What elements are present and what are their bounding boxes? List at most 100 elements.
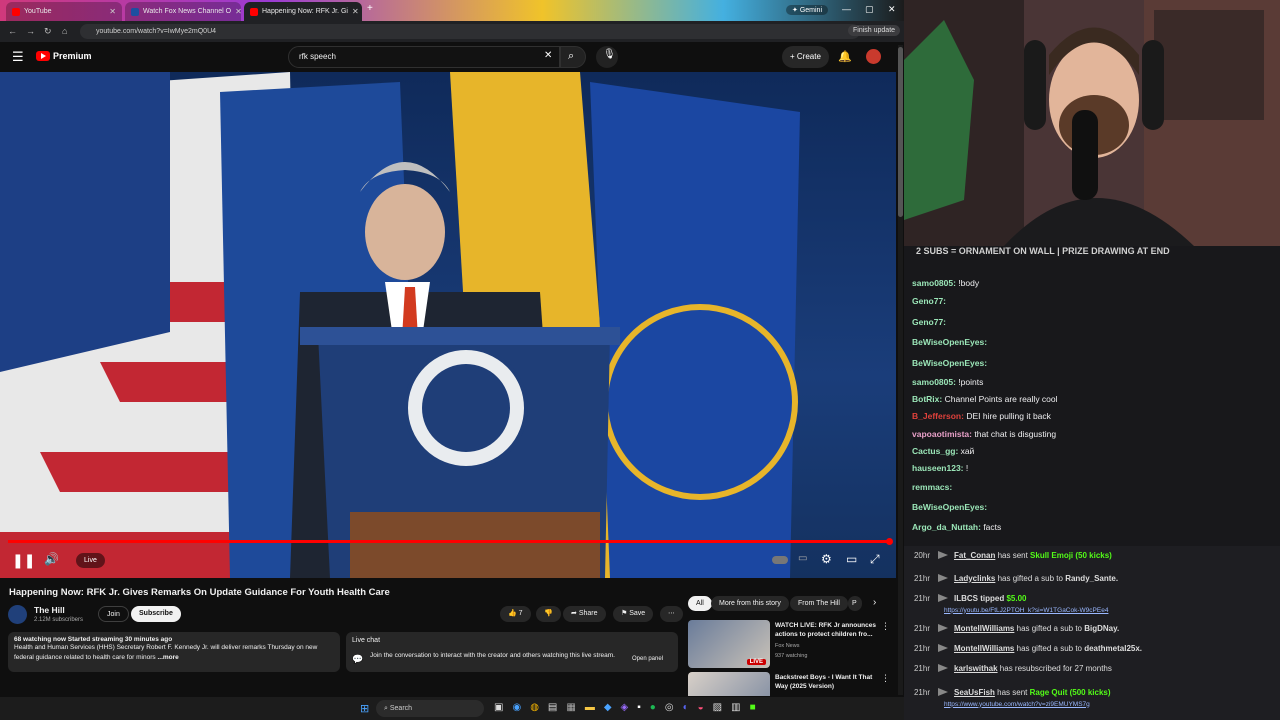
live-badge[interactable]: Live (76, 553, 105, 568)
app-icon[interactable]: ▦ (566, 702, 575, 713)
kick-event-icon (938, 551, 948, 559)
captions-icon[interactable]: ▭ (798, 553, 807, 564)
close-window-button[interactable]: ✕ (888, 4, 896, 15)
maximize-button[interactable]: ▢ (865, 4, 874, 15)
file-explorer-icon[interactable]: ▬ (585, 702, 595, 713)
open-panel-button[interactable]: Open panel (632, 656, 663, 662)
recommendation-thumbnail[interactable] (688, 672, 770, 696)
clear-search-icon[interactable]: ✕ (544, 50, 552, 61)
voice-search-button[interactable]: 🎙 (596, 46, 618, 68)
more-vertical-icon[interactable]: ⋮ (881, 673, 890, 684)
finish-update-button[interactable]: Finish update (848, 25, 901, 36)
app-icon[interactable]: ▪ (637, 702, 641, 713)
subscribe-button[interactable]: Subscribe (131, 606, 181, 622)
share-button[interactable]: ➦ Share (563, 606, 606, 622)
chat-username[interactable]: Cactus_gg: (912, 446, 958, 456)
channel-subscribers: 2.12M subscribers (34, 617, 84, 623)
discord-icon[interactable]: ◐ (683, 702, 689, 713)
event-link[interactable]: https://youtu.be/FtLJ2PTOH_k?si=W1TGaCok… (904, 600, 1280, 620)
recommendation-thumbnail[interactable]: LIVE (688, 620, 770, 668)
chrome-icon[interactable]: ◍ (530, 702, 539, 713)
app-icon[interactable]: ◆ (604, 702, 612, 713)
chip-partial[interactable]: P (848, 596, 862, 611)
app-icon[interactable]: ▨ (713, 702, 722, 713)
scrubber-handle[interactable] (886, 538, 893, 545)
app-icon[interactable]: ▤ (548, 702, 557, 713)
page-scrollbar[interactable] (898, 45, 903, 695)
chat-username[interactable]: BeWiseOpenEyes: (912, 502, 987, 512)
kick-icon[interactable]: ■ (750, 702, 756, 713)
settings-gear-icon[interactable]: ⚙ (821, 552, 832, 566)
tab-youtube[interactable]: YouTube ✕ (6, 2, 122, 21)
reload-icon[interactable]: ↻ (44, 26, 52, 37)
windows-start-icon[interactable]: ⊞ (360, 702, 369, 715)
chip-all[interactable]: All (688, 596, 712, 611)
minimize-button[interactable]: — (842, 4, 851, 14)
stream-banner: 2 SUBS = ORNAMENT ON WALL | PRIZE DRAWIN… (916, 246, 1170, 256)
create-button[interactable]: + Create (782, 46, 829, 68)
chip-from-the-hill[interactable]: From The Hill (790, 596, 848, 611)
event-row: 21hr MontellWilliams has gifted a sub to … (904, 638, 1280, 658)
app-icon[interactable]: ▥ (731, 702, 740, 713)
more-vertical-icon[interactable]: ⋮ (881, 621, 890, 632)
taskbar-search[interactable]: ⌕ Search (376, 700, 484, 717)
fullscreen-icon[interactable]: ⤢ (870, 552, 880, 567)
chip-more-from-story[interactable]: More from this story (711, 596, 789, 611)
scrollbar-thumb[interactable] (898, 47, 903, 217)
menu-icon[interactable]: ☰ (12, 49, 24, 65)
chat-username[interactable]: Geno77: (912, 317, 946, 327)
join-button[interactable]: Join (98, 606, 129, 622)
save-button[interactable]: ⚑ Save (613, 606, 654, 622)
channel-name[interactable]: The Hill (34, 605, 65, 615)
chat-username[interactable]: samo0805: (912, 377, 956, 387)
app-icon[interactable]: ◎ (665, 702, 674, 713)
show-more-link[interactable]: ...more (157, 654, 178, 661)
recommendation-title[interactable]: Backstreet Boys - I Want It That Way (20… (775, 673, 879, 691)
spotify-icon[interactable]: ● (650, 702, 656, 713)
close-tab-icon[interactable]: ✕ (109, 7, 116, 16)
gemini-button[interactable]: ✦ Gemini (786, 5, 829, 15)
volume-icon[interactable]: 🔊 (44, 552, 59, 566)
autoplay-toggle[interactable] (772, 556, 788, 564)
tab-happening-now[interactable]: Happening Now: RFK Jr. Gi ✕ (244, 2, 362, 21)
chat-username[interactable]: Argo_da_Nuttah: (912, 522, 981, 532)
like-button[interactable]: 👍 7 (500, 606, 531, 622)
close-tab-icon[interactable]: ✕ (235, 7, 241, 16)
notifications-bell-icon[interactable]: 🔔 (838, 50, 852, 63)
search-button[interactable]: ⌕ (560, 46, 586, 68)
description-box[interactable]: 68 watching now Started streaming 30 min… (8, 632, 340, 672)
chat-username[interactable]: samo0805: (912, 278, 956, 288)
channel-avatar[interactable] (8, 605, 27, 624)
chevron-right-icon[interactable]: › (873, 597, 876, 608)
chat-username[interactable]: BeWiseOpenEyes: (912, 337, 987, 347)
pause-icon[interactable]: ❚❚ (12, 552, 35, 569)
close-tab-icon[interactable]: ✕ (352, 7, 359, 16)
task-view-icon[interactable]: ▣ (494, 702, 503, 713)
chat-username[interactable]: vapoaotimista: (912, 429, 972, 439)
chat-username[interactable]: BeWiseOpenEyes: (912, 358, 987, 368)
app-icon[interactable]: ◒ (698, 702, 704, 713)
event-link[interactable]: https://www.youtube.com/watch?v=zi9EMUYM… (904, 694, 1280, 714)
search-input[interactable]: rfk speech (288, 46, 560, 68)
tab-fox-news[interactable]: Watch Fox News Channel O ✕ (125, 2, 241, 21)
recommendation-title[interactable]: WATCH LIVE: RFK Jr announces actions to … (775, 621, 879, 639)
progress-track[interactable] (8, 540, 890, 543)
more-actions-button[interactable]: ⋯ (660, 606, 683, 622)
youtube-logo[interactable]: Premium (36, 51, 92, 61)
home-icon[interactable]: ⌂ (62, 26, 67, 36)
chat-username[interactable]: hauseen123: (912, 463, 964, 473)
url-field[interactable]: youtube.com/watch?v=IwMye2mQ0U4 (80, 24, 860, 39)
chat-username[interactable]: remmacs: (912, 482, 952, 492)
edge-icon[interactable]: ◉ (512, 702, 521, 713)
chat-username[interactable]: Geno77: (912, 296, 946, 306)
back-arrow-icon[interactable]: ← (8, 26, 17, 36)
chat-username[interactable]: B_Jefferson: (912, 411, 964, 421)
dislike-button[interactable]: 👎 (536, 606, 561, 622)
video-player[interactable]: ❚❚ 🔊 Live ▭ ⚙ ▭ ⤢ (0, 72, 896, 578)
app-icon[interactable]: ◈ (621, 702, 629, 713)
theater-mode-icon[interactable]: ▭ (846, 552, 857, 566)
avatar[interactable] (866, 49, 881, 64)
forward-arrow-icon[interactable]: → (26, 26, 35, 36)
chat-username[interactable]: BotRix: (912, 394, 942, 404)
new-tab-button[interactable]: + (367, 3, 373, 14)
